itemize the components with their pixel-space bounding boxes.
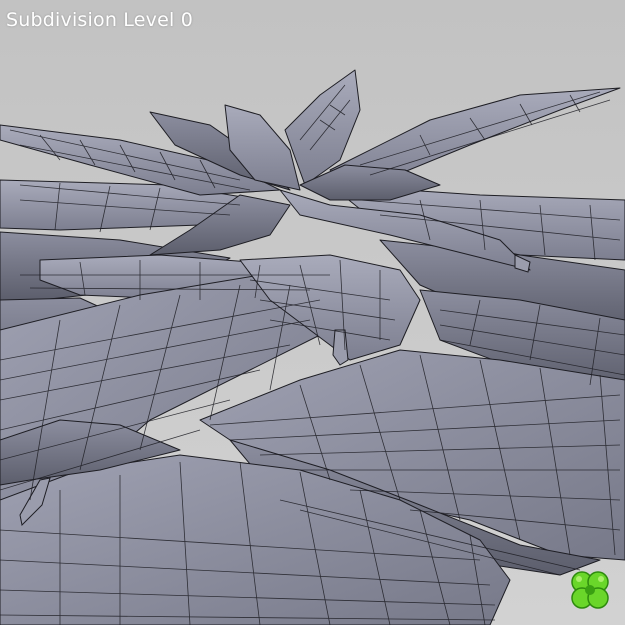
- 3d-viewport[interactable]: Subdivision Level 0: [0, 0, 625, 625]
- subdivision-level-label: Subdivision Level 0: [6, 9, 193, 31]
- mesh-wireframe-render: [0, 0, 625, 625]
- green-clover-logo-icon: [571, 571, 609, 609]
